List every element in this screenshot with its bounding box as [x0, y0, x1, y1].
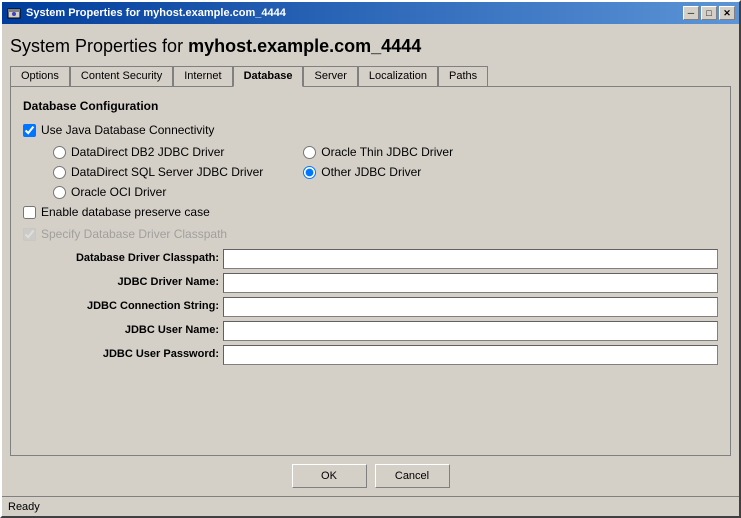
status-bar: Ready: [2, 496, 739, 516]
radio-oci-label: Oracle OCI Driver: [71, 185, 166, 199]
field-label-driver-name: JDBC Driver Name:: [23, 273, 223, 293]
preserve-case-checkbox[interactable]: [23, 206, 36, 219]
radio-db2: DataDirect DB2 JDBC Driver: [53, 145, 263, 159]
driver-col-right: Oracle Thin JDBC Driver Other JDBC Drive…: [303, 145, 453, 199]
field-input-connection-string[interactable]: [223, 297, 718, 317]
classpath-label: Specify Database Driver Classpath: [41, 227, 227, 241]
field-label-user-password: JDBC User Password:: [23, 345, 223, 365]
radio-oracle-thin-label: Oracle Thin JDBC Driver: [321, 145, 453, 159]
field-input-driver-name[interactable]: [223, 273, 718, 293]
driver-radio-group: DataDirect DB2 JDBC Driver DataDirect SQ…: [53, 145, 718, 199]
tab-database[interactable]: Database: [233, 66, 304, 87]
preserve-case-label: Enable database preserve case: [41, 205, 210, 219]
classpath-checkbox[interactable]: [23, 228, 36, 241]
field-label-classpath: Database Driver Classpath:: [23, 249, 223, 269]
window-title: System Properties for myhost.example.com…: [10, 30, 731, 65]
title-bar-left: System Properties for myhost.example.com…: [6, 5, 286, 21]
window-icon: [6, 5, 22, 21]
tab-localization[interactable]: Localization: [358, 66, 438, 87]
minimize-button[interactable]: ─: [683, 6, 699, 20]
radio-db2-input[interactable]: [53, 146, 66, 159]
maximize-button[interactable]: □: [701, 6, 717, 20]
title-bar-buttons: ─ □ ✕: [683, 6, 735, 20]
title-bar: System Properties for myhost.example.com…: [2, 2, 739, 24]
radio-sqlserver-label: DataDirect SQL Server JDBC Driver: [71, 165, 263, 179]
preserve-case-row: Enable database preserve case: [23, 205, 718, 219]
tab-bar: Options Content Security Internet Databa…: [10, 65, 731, 86]
driver-col-left: DataDirect DB2 JDBC Driver DataDirect SQ…: [53, 145, 263, 199]
cancel-button[interactable]: Cancel: [375, 464, 450, 488]
radio-other-jdbc-label: Other JDBC Driver: [321, 165, 421, 179]
button-bar: OK Cancel: [10, 456, 731, 496]
radio-oracle-thin-input[interactable]: [303, 146, 316, 159]
tab-server[interactable]: Server: [303, 66, 357, 87]
system-properties-window: System Properties for myhost.example.com…: [0, 0, 741, 518]
status-text: Ready: [8, 501, 40, 513]
ok-button[interactable]: OK: [292, 464, 367, 488]
classpath-row: Specify Database Driver Classpath: [23, 227, 718, 241]
use-jdbc-checkbox[interactable]: [23, 124, 36, 137]
tab-content-security[interactable]: Content Security: [70, 66, 173, 87]
tab-internet[interactable]: Internet: [173, 66, 232, 87]
close-button[interactable]: ✕: [719, 6, 735, 20]
field-input-user-name[interactable]: [223, 321, 718, 341]
field-label-user-name: JDBC User Name:: [23, 321, 223, 341]
radio-oracle-thin: Oracle Thin JDBC Driver: [303, 145, 453, 159]
field-input-classpath[interactable]: [223, 249, 718, 269]
radio-oci-input[interactable]: [53, 186, 66, 199]
section-title: Database Configuration: [23, 99, 718, 113]
radio-oci: Oracle OCI Driver: [53, 185, 263, 199]
tab-paths[interactable]: Paths: [438, 66, 488, 87]
radio-other-jdbc-input[interactable]: [303, 166, 316, 179]
use-jdbc-label: Use Java Database Connectivity: [41, 123, 214, 137]
title-bar-text: System Properties for myhost.example.com…: [26, 7, 286, 19]
content-area: Database Configuration Use Java Database…: [10, 86, 731, 456]
field-label-connection-string: JDBC Connection String:: [23, 297, 223, 317]
radio-sqlserver: DataDirect SQL Server JDBC Driver: [53, 165, 263, 179]
field-input-user-password[interactable]: [223, 345, 718, 365]
radio-other-jdbc: Other JDBC Driver: [303, 165, 453, 179]
window-body: System Properties for myhost.example.com…: [2, 24, 739, 496]
use-jdbc-row: Use Java Database Connectivity: [23, 123, 718, 137]
tab-options[interactable]: Options: [10, 66, 70, 87]
radio-db2-label: DataDirect DB2 JDBC Driver: [71, 145, 224, 159]
radio-sqlserver-input[interactable]: [53, 166, 66, 179]
field-grid: Database Driver Classpath: JDBC Driver N…: [23, 249, 718, 365]
